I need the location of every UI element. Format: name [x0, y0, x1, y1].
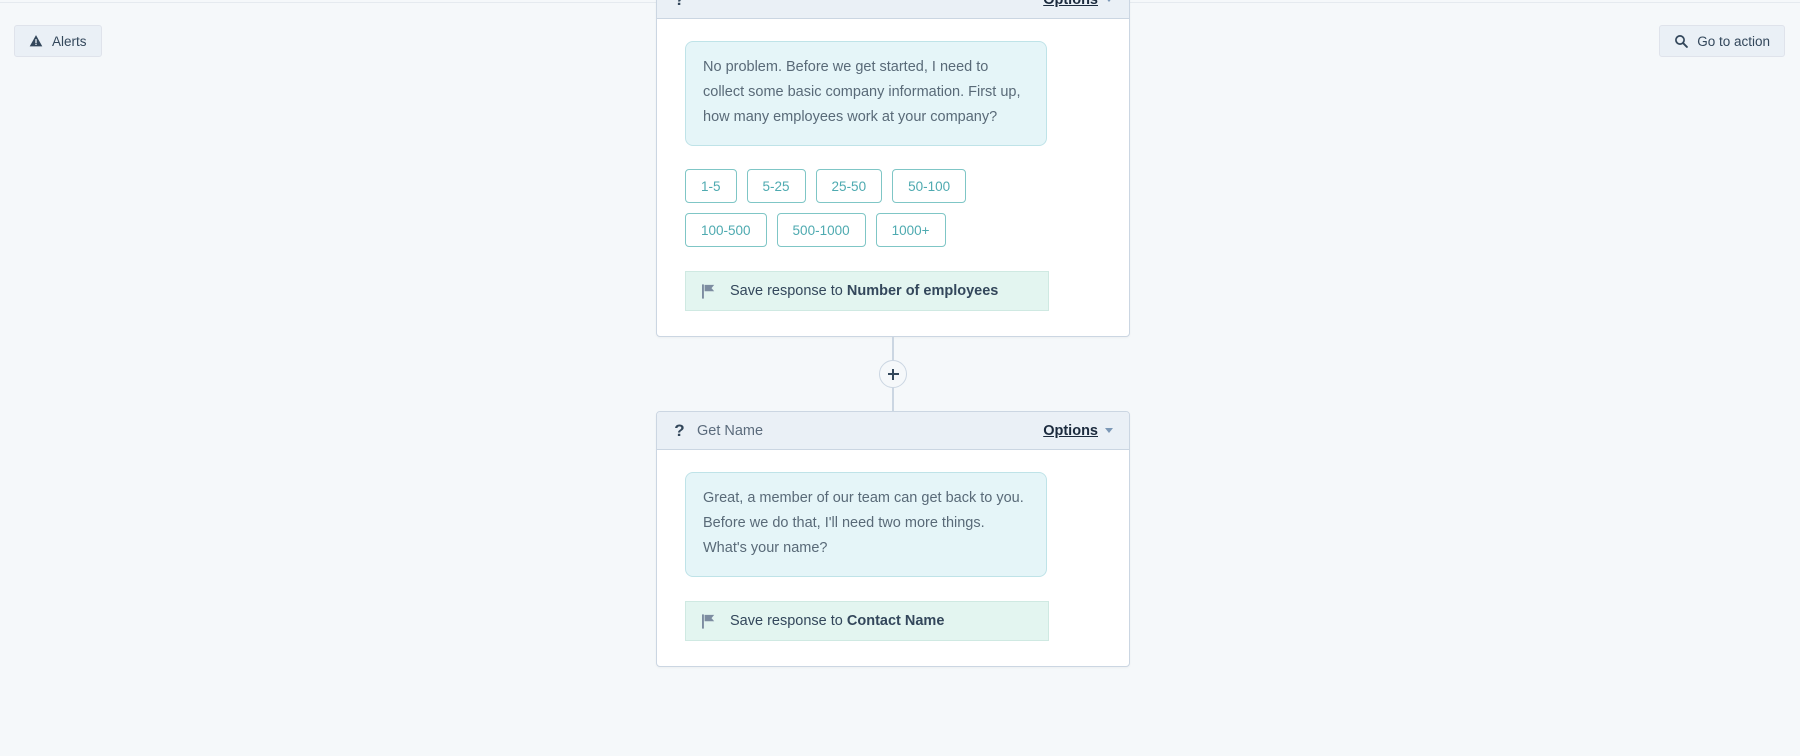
flow-connector [656, 337, 1130, 411]
flow-column: ? Options No problem. Before we get star… [656, 0, 1130, 667]
flag-icon [702, 613, 715, 629]
quick-reply-option[interactable]: 100-500 [685, 213, 767, 247]
question-mark-icon: ? [674, 421, 685, 440]
flow-card-get-name[interactable]: ? Get Name Options Great, a member of ou… [656, 411, 1130, 667]
quick-reply-option[interactable]: 1000+ [875, 213, 946, 247]
save-response-bar[interactable]: Save response to Number of employees [685, 271, 1049, 311]
quick-reply-list: 1-5 5-25 25-50 50-100 100-500 500-1000 1… [685, 169, 1057, 247]
card-header[interactable]: ? Get Name Options [657, 412, 1129, 450]
card-options-label: Options [1043, 422, 1098, 439]
quick-reply-option[interactable]: 50-100 [892, 169, 967, 203]
quick-reply-option[interactable]: 1-5 [685, 169, 737, 203]
save-response-property: Contact Name [846, 613, 945, 629]
flow-canvas[interactable]: ? Options No problem. Before we get star… [0, 0, 1800, 756]
save-response-text: Save response to Contact Name [730, 613, 944, 629]
save-response-prefix: Save response to [730, 613, 843, 629]
question-mark-icon: ? [674, 0, 685, 8]
save-response-text: Save response to Number of employees [730, 283, 998, 299]
card-title: Get Name [697, 422, 764, 439]
chat-bubble[interactable]: No problem. Before we get started, I nee… [685, 41, 1047, 146]
chat-bubble[interactable]: Great, a member of our team can get back… [685, 472, 1047, 577]
card-options-dropdown[interactable]: Options [1043, 423, 1113, 439]
card-body: No problem. Before we get started, I nee… [657, 19, 1129, 336]
flow-card-number-of-employees[interactable]: ? Options No problem. Before we get star… [656, 0, 1130, 337]
quick-reply-option[interactable]: 5-25 [746, 169, 806, 203]
plus-icon [887, 368, 899, 380]
card-options-label: Options [1043, 0, 1098, 8]
chevron-down-icon [1105, 0, 1113, 2]
card-header-left: ? Get Name [674, 422, 763, 439]
quick-reply-option[interactable]: 25-50 [815, 169, 883, 203]
add-step-button[interactable] [879, 360, 907, 388]
card-header[interactable]: ? Options [657, 0, 1129, 19]
quick-reply-option[interactable]: 500-1000 [776, 213, 866, 247]
save-response-property: Number of employees [846, 283, 999, 299]
chevron-down-icon [1105, 428, 1113, 433]
card-body: Great, a member of our team can get back… [657, 450, 1129, 666]
save-response-bar[interactable]: Save response to Contact Name [685, 601, 1049, 641]
flag-icon [702, 283, 715, 299]
card-header-left: ? [674, 0, 697, 8]
card-options-dropdown[interactable]: Options [1043, 0, 1113, 8]
save-response-prefix: Save response to [730, 283, 843, 299]
